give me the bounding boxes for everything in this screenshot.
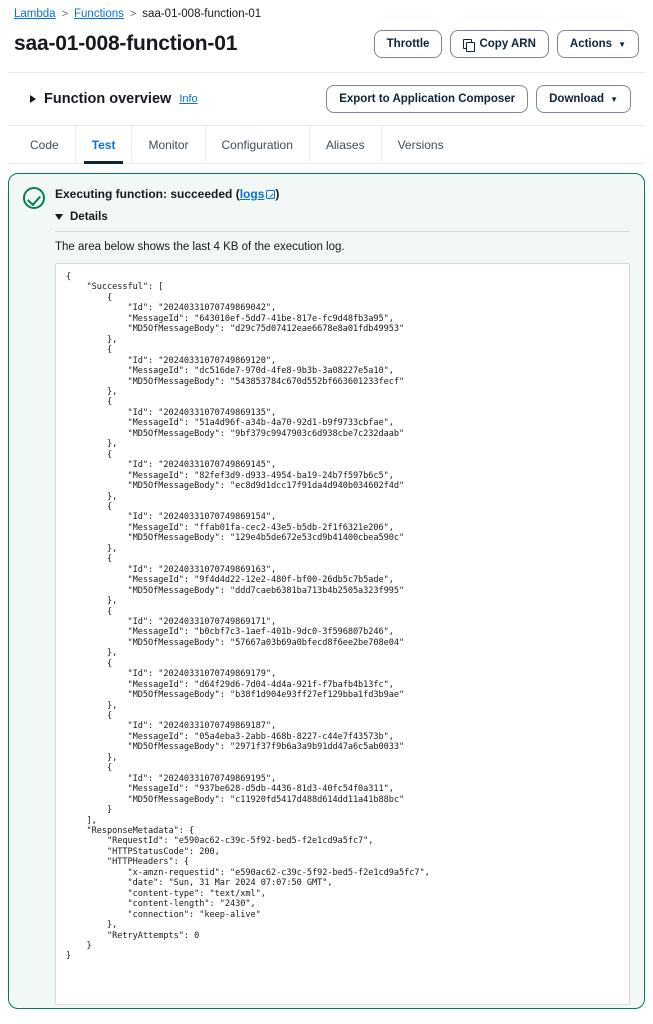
tab-test-label: Test [91, 137, 116, 152]
chevron-down-icon [55, 214, 63, 220]
tab-code[interactable]: Code [14, 126, 76, 163]
header-actions: Throttle Copy ARN Actions ▼ [373, 30, 639, 58]
export-button-label: Export to Application Composer [339, 93, 516, 105]
throttle-button-label: Throttle [386, 38, 430, 50]
chevron-right-icon[interactable] [30, 95, 36, 103]
function-overview-actions: Export to Application Composer Download … [326, 85, 631, 113]
breadcrumb-item-current: saa-01-008-function-01 [142, 8, 262, 20]
details-divider [55, 231, 630, 232]
chevron-down-icon: ▼ [610, 95, 618, 104]
info-link[interactable]: Info [179, 93, 197, 105]
throttle-button[interactable]: Throttle [373, 30, 443, 58]
download-button-label: Download [549, 93, 605, 105]
tab-code-label: Code [30, 137, 59, 152]
copy-icon [463, 38, 476, 52]
tab-test[interactable]: Test [76, 126, 133, 164]
function-overview-title: Function overview [44, 91, 172, 107]
execution-result-header: Executing function: succeeded (logs) Det… [23, 186, 630, 1005]
tab-monitor[interactable]: Monitor [132, 126, 206, 163]
tab-aliases[interactable]: Aliases [310, 126, 382, 163]
actions-button[interactable]: Actions ▼ [556, 30, 639, 58]
tab-configuration[interactable]: Configuration [206, 126, 310, 163]
copy-arn-button[interactable]: Copy ARN [450, 30, 549, 58]
actions-button-label: Actions [569, 38, 613, 50]
execution-status-suffix: ) [275, 187, 280, 201]
breadcrumb-separator: > [129, 8, 137, 20]
page-header: saa-01-008-function-01 Throttle Copy ARN… [0, 26, 653, 72]
tab-versions-label: Versions [397, 137, 444, 152]
chevron-down-icon: ▼ [618, 40, 626, 49]
download-button[interactable]: Download ▼ [536, 85, 631, 113]
function-overview-header[interactable]: Function overview Info [22, 91, 198, 107]
logs-link[interactable]: logs [240, 187, 265, 201]
breadcrumb-item-lambda[interactable]: Lambda [14, 8, 56, 20]
export-to-application-composer-button[interactable]: Export to Application Composer [326, 85, 529, 113]
log-note: The area below shows the last 4 KB of th… [55, 241, 345, 253]
execution-result-panel: Executing function: succeeded (logs) Det… [8, 173, 645, 1009]
page-title: saa-01-008-function-01 [14, 32, 238, 55]
details-toggle[interactable]: Details [55, 211, 630, 223]
execution-log-box[interactable]: { "Successful": [ { "Id": "2024033107074… [55, 263, 630, 1005]
tab-versions[interactable]: Versions [382, 126, 460, 163]
execution-status-line: Executing function: succeeded (logs) [55, 186, 630, 202]
breadcrumb-separator: > [61, 8, 68, 20]
execution-result-body: Executing function: succeeded (logs) Det… [55, 186, 630, 1005]
execution-status-text: Executing function: succeeded ( [55, 187, 240, 201]
tab-configuration-label: Configuration [221, 137, 293, 152]
breadcrumb-item-functions[interactable]: Functions [74, 8, 124, 20]
external-link-icon[interactable] [266, 190, 276, 199]
function-overview-section: Function overview Info Export to Applica… [8, 72, 645, 126]
details-label: Details [70, 211, 108, 223]
tab-monitor-label: Monitor [148, 137, 189, 152]
tab-aliases-label: Aliases [325, 137, 365, 152]
tab-bar: Code Test Monitor Configuration Aliases … [8, 126, 645, 164]
success-check-icon [23, 187, 45, 209]
breadcrumb: Lambda > Functions > saa-01-008-function… [0, 0, 653, 26]
execution-log-output: { "Successful": [ { "Id": "2024033107074… [66, 272, 430, 962]
copy-arn-button-label: Copy ARN [479, 38, 536, 50]
